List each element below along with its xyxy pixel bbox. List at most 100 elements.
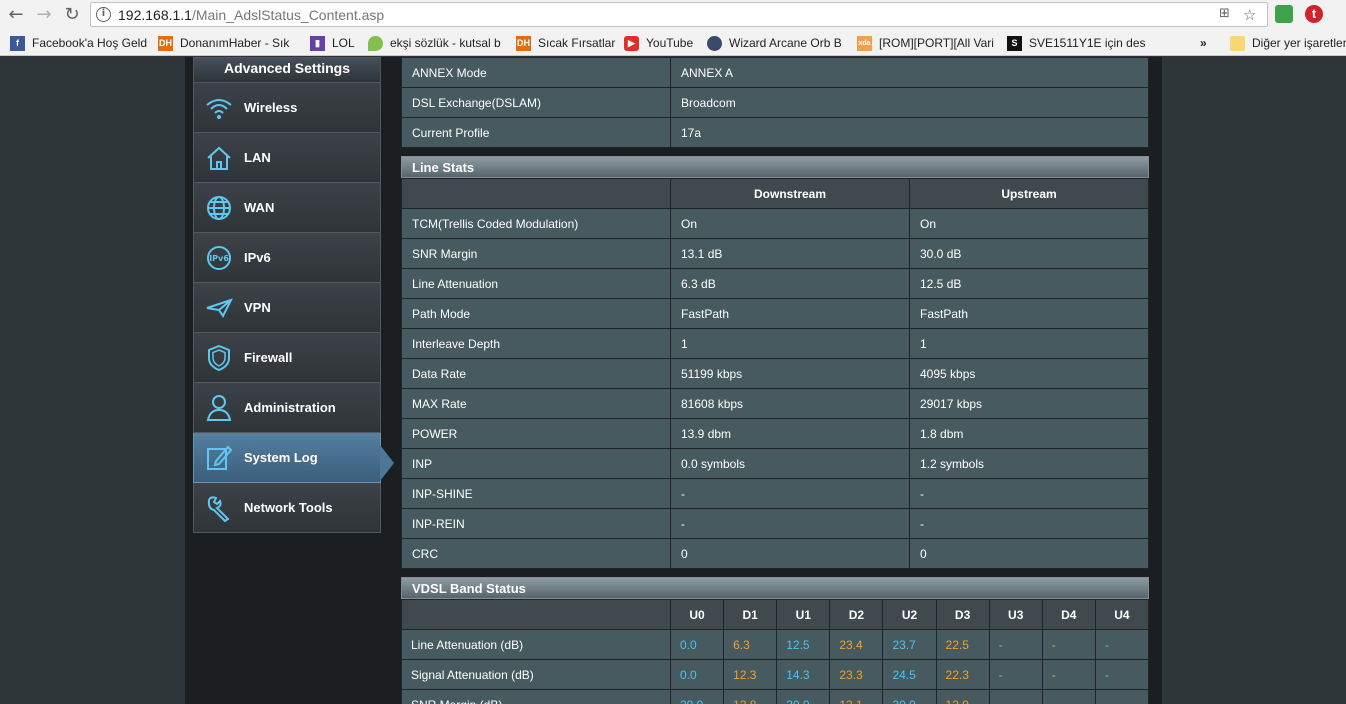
upstream-value: 12.5 dB bbox=[909, 268, 1149, 299]
band-header-d1: D1 bbox=[723, 599, 778, 630]
bookmark-label: Diğer yer işaretleri bbox=[1252, 36, 1346, 50]
profile-icon[interactable]: t bbox=[1305, 5, 1323, 23]
bookmark-label: Wizard Arcane Orb B bbox=[729, 36, 842, 50]
vdsl-band-table: U0 D1 U1 D2 U2 D3 U3 D4 U4 Line Attenuation (dB)… bbox=[401, 599, 1150, 704]
youtube-icon: ▶ bbox=[624, 35, 639, 51]
downstream-value: - bbox=[670, 508, 910, 539]
home-icon bbox=[204, 143, 234, 173]
row-label: INP-REIN bbox=[401, 508, 671, 539]
more-bookmarks-button[interactable]: » bbox=[1200, 34, 1214, 52]
band-value: 12.8 bbox=[723, 689, 778, 704]
band-value: 6.3 bbox=[723, 629, 778, 660]
svg-text:IPv6: IPv6 bbox=[209, 254, 229, 263]
downstream-value: 1 bbox=[670, 328, 910, 359]
upstream-value: 0 bbox=[909, 538, 1149, 569]
band-header-u0: U0 bbox=[669, 599, 725, 630]
band-value: - bbox=[1041, 689, 1096, 704]
url-text[interactable]: 192.168.1.1/Main_AdslStatus_Content.asp bbox=[118, 7, 384, 23]
downstream-value: 51199 kbps bbox=[670, 358, 910, 389]
band-value: 23.7 bbox=[882, 629, 937, 660]
downstream-value: 0.0 symbols bbox=[670, 448, 910, 479]
row-label: Current Profile bbox=[401, 117, 671, 148]
sidebar-item-label: LAN bbox=[244, 150, 271, 165]
sidebar-item-wan[interactable]: WAN bbox=[193, 183, 381, 233]
bookmark-lol[interactable]: ▮ LOL bbox=[310, 34, 360, 52]
sidebar-item-label: IPv6 bbox=[244, 250, 271, 265]
bookmark-donanimhaber[interactable]: DH DonanımHaber - Sık bbox=[158, 34, 298, 52]
sidebar-item-label: Wireless bbox=[244, 100, 298, 115]
translate-icon[interactable]: ⊞ bbox=[1219, 6, 1230, 21]
band-value: - bbox=[1094, 659, 1150, 690]
other-bookmarks-folder[interactable]: Diğer yer işaretleri bbox=[1230, 34, 1346, 52]
bookmark-sve[interactable]: S SVE1511Y1E için dest bbox=[1007, 34, 1145, 52]
section-gap bbox=[401, 569, 1149, 577]
sidebar-item-lan[interactable]: LAN bbox=[193, 133, 381, 183]
active-item-arrow bbox=[380, 445, 394, 481]
eksi-icon bbox=[368, 35, 383, 51]
row-label: CRC bbox=[401, 538, 671, 569]
row-label: ANNEX Mode bbox=[401, 57, 671, 88]
band-value: 14.3 bbox=[776, 659, 831, 690]
band-value: 0.0 bbox=[669, 659, 725, 690]
table-row: POWER 13.9 dbm 1.8 dbm bbox=[401, 418, 1149, 449]
band-value: 30.0 bbox=[776, 689, 831, 704]
downstream-value: 6.3 dB bbox=[670, 268, 910, 299]
row-value: ANNEX A bbox=[670, 57, 1149, 88]
band-value: - bbox=[1094, 689, 1150, 704]
wifi-icon bbox=[204, 93, 234, 123]
wizard-icon bbox=[707, 35, 722, 51]
sidebar-item-ipv6[interactable]: IPv6 IPv6 bbox=[193, 233, 381, 283]
table-row: Signal Attenuation (dB) 0.0 12.3 14.3 23.3 24… bbox=[401, 659, 1150, 690]
bookmark-label: DonanımHaber - Sık bbox=[180, 36, 290, 50]
bookmark-label: Sıcak Fırsatlar bbox=[538, 36, 616, 50]
row-label: Data Rate bbox=[401, 358, 671, 389]
table-row: DSL Exchange(DSLAM) Broadcom bbox=[401, 87, 1149, 118]
empty-header bbox=[401, 178, 671, 209]
upstream-value: 1.8 dbm bbox=[909, 418, 1149, 449]
sidebar-item-firewall[interactable]: Firewall bbox=[193, 333, 381, 383]
bookmark-facebook[interactable]: f Facebook'a Hoş Geld bbox=[10, 34, 150, 52]
forward-icon[interactable]: → bbox=[32, 3, 56, 27]
twitch-icon: ▮ bbox=[310, 35, 325, 51]
globe-icon bbox=[204, 193, 234, 223]
sidebar-item-wireless[interactable]: Wireless bbox=[193, 83, 381, 133]
band-value: - bbox=[988, 629, 1043, 660]
upstream-value: - bbox=[909, 508, 1149, 539]
row-label: INP bbox=[401, 448, 671, 479]
row-label: Interleave Depth bbox=[401, 328, 671, 359]
row-value: 17a bbox=[670, 117, 1149, 148]
band-header-d4: D4 bbox=[1041, 599, 1096, 630]
sidebar-item-administration[interactable]: Administration bbox=[193, 383, 381, 433]
address-bar[interactable]: i 192.168.1.1/Main_AdslStatus_Content.as… bbox=[90, 2, 1268, 27]
extension-icon[interactable] bbox=[1275, 5, 1293, 23]
bookmark-wizard[interactable]: Wizard Arcane Orb B bbox=[707, 34, 845, 52]
band-value: 0.0 bbox=[669, 629, 725, 660]
band-header-d3: D3 bbox=[935, 599, 990, 630]
star-icon[interactable]: ☆ bbox=[1243, 6, 1256, 24]
table-row: SNR Margin (dB)29.912.830.013.130.012.9-… bbox=[401, 689, 1150, 704]
table-row: TCM(Trellis Coded Modulation) On On bbox=[401, 208, 1149, 239]
info-icon[interactable]: i bbox=[96, 7, 111, 22]
sidebar-item-network-tools[interactable]: Network Tools bbox=[193, 483, 381, 533]
sidebar-item-system-log[interactable]: System Log bbox=[193, 433, 381, 483]
table-header-row: Downstream Upstream bbox=[401, 178, 1149, 209]
upstream-value: 30.0 dB bbox=[909, 238, 1149, 269]
row-value: Broadcom bbox=[670, 87, 1149, 118]
bookmark-eksi[interactable]: ekşi sözlük - kutsal b bbox=[368, 34, 504, 52]
bookmark-youtube[interactable]: ▶ YouTube bbox=[624, 34, 700, 52]
downstream-value: On bbox=[670, 208, 910, 239]
back-icon[interactable]: ← bbox=[4, 3, 28, 27]
band-value: 22.3 bbox=[935, 659, 990, 690]
bookmark-sicak-firsatlar[interactable]: DH Sıcak Fırsatlar bbox=[516, 34, 616, 52]
table-row: Current Profile 17a bbox=[401, 117, 1149, 148]
table-row: MAX Rate 81608 kbps 29017 kbps bbox=[401, 388, 1149, 419]
band-value: - bbox=[988, 659, 1043, 690]
table-row: Line Attenuation 6.3 dB 12.5 dB bbox=[401, 268, 1149, 299]
sidebar-item-vpn[interactable]: VPN bbox=[193, 283, 381, 333]
reload-icon[interactable]: ↻ bbox=[60, 3, 84, 27]
table-row: INP-REIN - - bbox=[401, 508, 1149, 539]
folder-icon bbox=[1230, 35, 1245, 51]
bookmark-xda[interactable]: xda [ROM][PORT][All Vari bbox=[857, 34, 995, 52]
band-header-u2: U2 bbox=[882, 599, 937, 630]
url-host: 192.168.1.1 bbox=[118, 7, 192, 23]
